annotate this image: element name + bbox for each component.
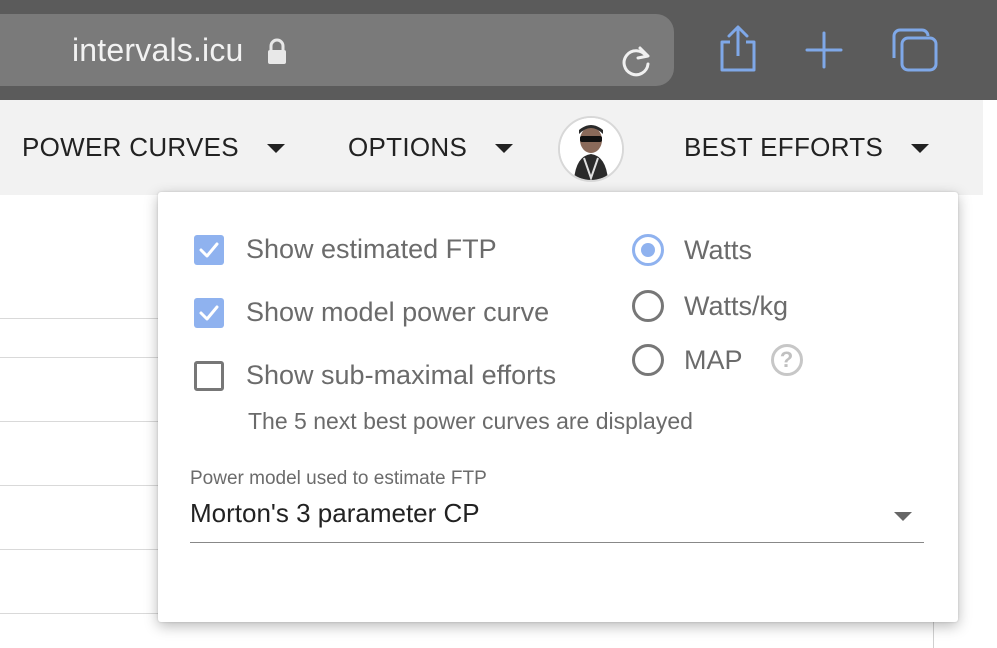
background-divider [0, 613, 160, 614]
units-map-radio[interactable]: MAP ? [632, 344, 803, 376]
app-nav-bar: POWER CURVES OPTIONS BEST EFFORTS [0, 100, 983, 195]
radio-selected-icon[interactable] [632, 234, 664, 266]
plus-icon[interactable] [804, 30, 844, 70]
best-efforts-menu[interactable]: BEST EFFORTS [684, 132, 930, 163]
help-icon[interactable]: ? [770, 344, 803, 376]
power-model-select[interactable]: Morton's 3 parameter CP [190, 498, 480, 529]
checkbox-checked-icon[interactable] [194, 297, 224, 328]
reload-icon[interactable] [618, 44, 654, 80]
radio-unselected-icon[interactable] [632, 290, 664, 322]
select-underline [190, 542, 924, 543]
avatar[interactable] [558, 116, 624, 182]
units-watts-radio[interactable]: Watts [632, 234, 752, 266]
radio-unselected-icon[interactable] [632, 344, 664, 376]
show-estimated-ftp-label: Show estimated FTP [246, 234, 497, 264]
share-icon[interactable] [716, 24, 760, 74]
chevron-down-icon [911, 144, 930, 153]
address-bar[interactable]: intervals.icu [0, 14, 674, 86]
units-watts-kg-radio[interactable]: Watts/kg [632, 290, 788, 322]
browser-toolbar: intervals.icu [0, 0, 997, 100]
options-menu[interactable]: OPTIONS [348, 132, 514, 163]
background-divider [0, 357, 160, 358]
dropdown-arrow-icon[interactable] [894, 512, 912, 521]
options-dropdown-panel: Show estimated FTP Show model power curv… [158, 192, 958, 622]
show-sub-maximal-efforts-checkbox[interactable]: Show sub-maximal efforts [194, 360, 556, 391]
checkbox-unchecked-icon[interactable] [194, 360, 224, 391]
show-estimated-ftp-checkbox[interactable]: Show estimated FTP [194, 234, 497, 265]
url-text: intervals.icu [72, 32, 244, 68]
units-watts-kg-label: Watts/kg [684, 290, 789, 321]
lock-icon [268, 38, 286, 64]
best-efforts-label: BEST EFFORTS [684, 132, 884, 162]
background-divider [0, 318, 160, 319]
background-divider [933, 620, 934, 648]
power-curves-menu[interactable]: POWER CURVES [22, 132, 285, 163]
show-model-power-curve-checkbox[interactable]: Show model power curve [194, 297, 549, 328]
sub-maximal-hint: The 5 next best power curves are display… [248, 408, 693, 434]
options-label: OPTIONS [348, 132, 468, 162]
power-model-label: Power model used to estimate FTP [190, 468, 487, 489]
units-watts-label: Watts [684, 234, 753, 265]
background-divider [0, 421, 160, 422]
units-map-label: MAP [684, 344, 743, 375]
background-divider [0, 549, 160, 550]
power-curves-label: POWER CURVES [22, 132, 239, 162]
tabs-icon[interactable] [890, 26, 940, 74]
checkbox-checked-icon[interactable] [194, 234, 224, 265]
chevron-down-icon [495, 144, 514, 153]
avatar-image [560, 118, 622, 180]
background-divider [0, 485, 160, 486]
chevron-down-icon [266, 144, 285, 153]
show-sub-maximal-efforts-label: Show sub-maximal efforts [246, 360, 557, 390]
show-model-power-curve-label: Show model power curve [246, 297, 550, 327]
